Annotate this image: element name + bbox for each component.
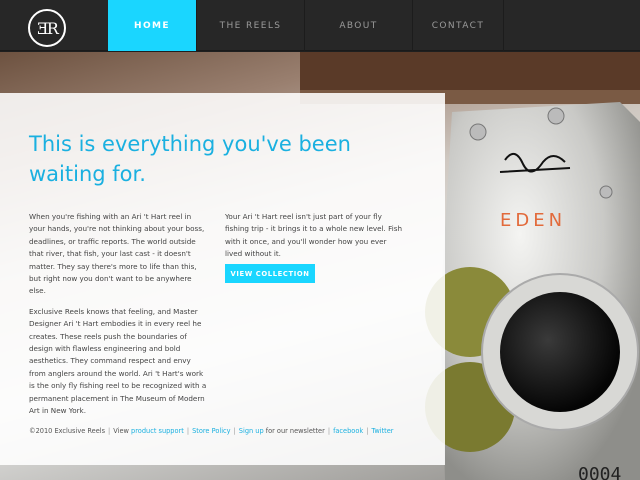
screw-1 [469, 123, 487, 141]
intro-paragraph-3: Your Ari 't Hart reel isn't just part of… [225, 212, 403, 259]
store-policy-link[interactable]: Store Policy [192, 427, 231, 435]
reel-knob [500, 292, 620, 412]
nav-item-home[interactable]: HOME [108, 0, 197, 51]
reel-serial-number: 0004 [578, 464, 621, 480]
view-collection-button[interactable]: VIEW COLLECTION [225, 264, 315, 283]
nav-item-contact[interactable]: CONTACT [413, 0, 504, 51]
intro-card: This is everything you've been waiting f… [0, 93, 445, 465]
twitter-link[interactable]: Twitter [371, 427, 393, 435]
intro-right-column: Your Ari 't Hart reel isn't just part of… [225, 211, 403, 269]
main-nav: HOME THE REELS ABOUT CONTACT [108, 0, 504, 51]
reel-engraving-eden: EDEN [500, 210, 566, 231]
brand-logo-text: ƎR [37, 19, 59, 38]
hero-headline: This is everything you've been waiting f… [29, 132, 351, 186]
nav-item-about[interactable]: ABOUT [305, 0, 413, 51]
screw-2 [547, 107, 565, 125]
footer-separator: | [186, 427, 190, 435]
top-navigation-bar: ƎR HOME THE REELS ABOUT CONTACT [0, 0, 640, 51]
intro-paragraph-1: When you're fishing with an Ari 't Hart … [29, 212, 205, 296]
footer-separator: | [327, 427, 331, 435]
footer-view-text: View [113, 427, 129, 435]
facebook-link[interactable]: facebook [333, 427, 363, 435]
screw-3 [599, 185, 613, 199]
footer: ©2010 Exclusive Reels | View product suppo… [29, 427, 394, 435]
intro-paragraph-2: Exclusive Reels knows that feeling, and … [29, 306, 207, 416]
sign-up-link[interactable]: Sign up [239, 427, 264, 435]
nav-item-the-reels[interactable]: THE REELS [197, 0, 305, 51]
intro-left-column: When you're fishing with an Ari 't Hart … [29, 211, 207, 426]
copyright-text: ©2010 Exclusive Reels [29, 427, 106, 435]
brand-logo[interactable]: ƎR [28, 9, 66, 47]
footer-separator: | [233, 427, 236, 435]
newsletter-text: for our newsletter [265, 427, 325, 435]
product-support-link[interactable]: product support [131, 427, 184, 435]
